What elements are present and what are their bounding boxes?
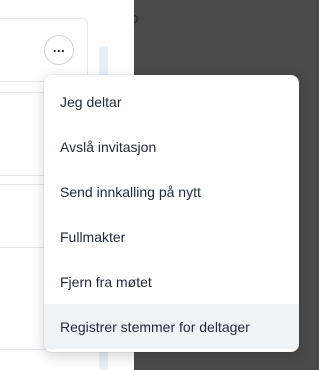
ellipsis-icon: ... — [52, 40, 66, 55]
menu-item-jeg-deltar[interactable]: Jeg deltar — [44, 79, 299, 124]
menu-item-send-innkalling[interactable]: Send innkalling på nytt — [44, 169, 299, 214]
menu-item-fullmakter[interactable]: Fullmakter — [44, 214, 299, 259]
participant-actions-menu: Jeg deltar Avslå invitasjon Send innkall… — [44, 75, 299, 352]
menu-item-registrer-stemmer[interactable]: Registrer stemmer for deltager — [44, 304, 299, 349]
menu-item-fjern-fra-motet[interactable]: Fjern fra møtet — [44, 259, 299, 304]
more-options-button[interactable]: ... — [44, 35, 74, 65]
menu-item-avsla-invitasjon[interactable]: Avslå invitasjon — [44, 124, 299, 169]
